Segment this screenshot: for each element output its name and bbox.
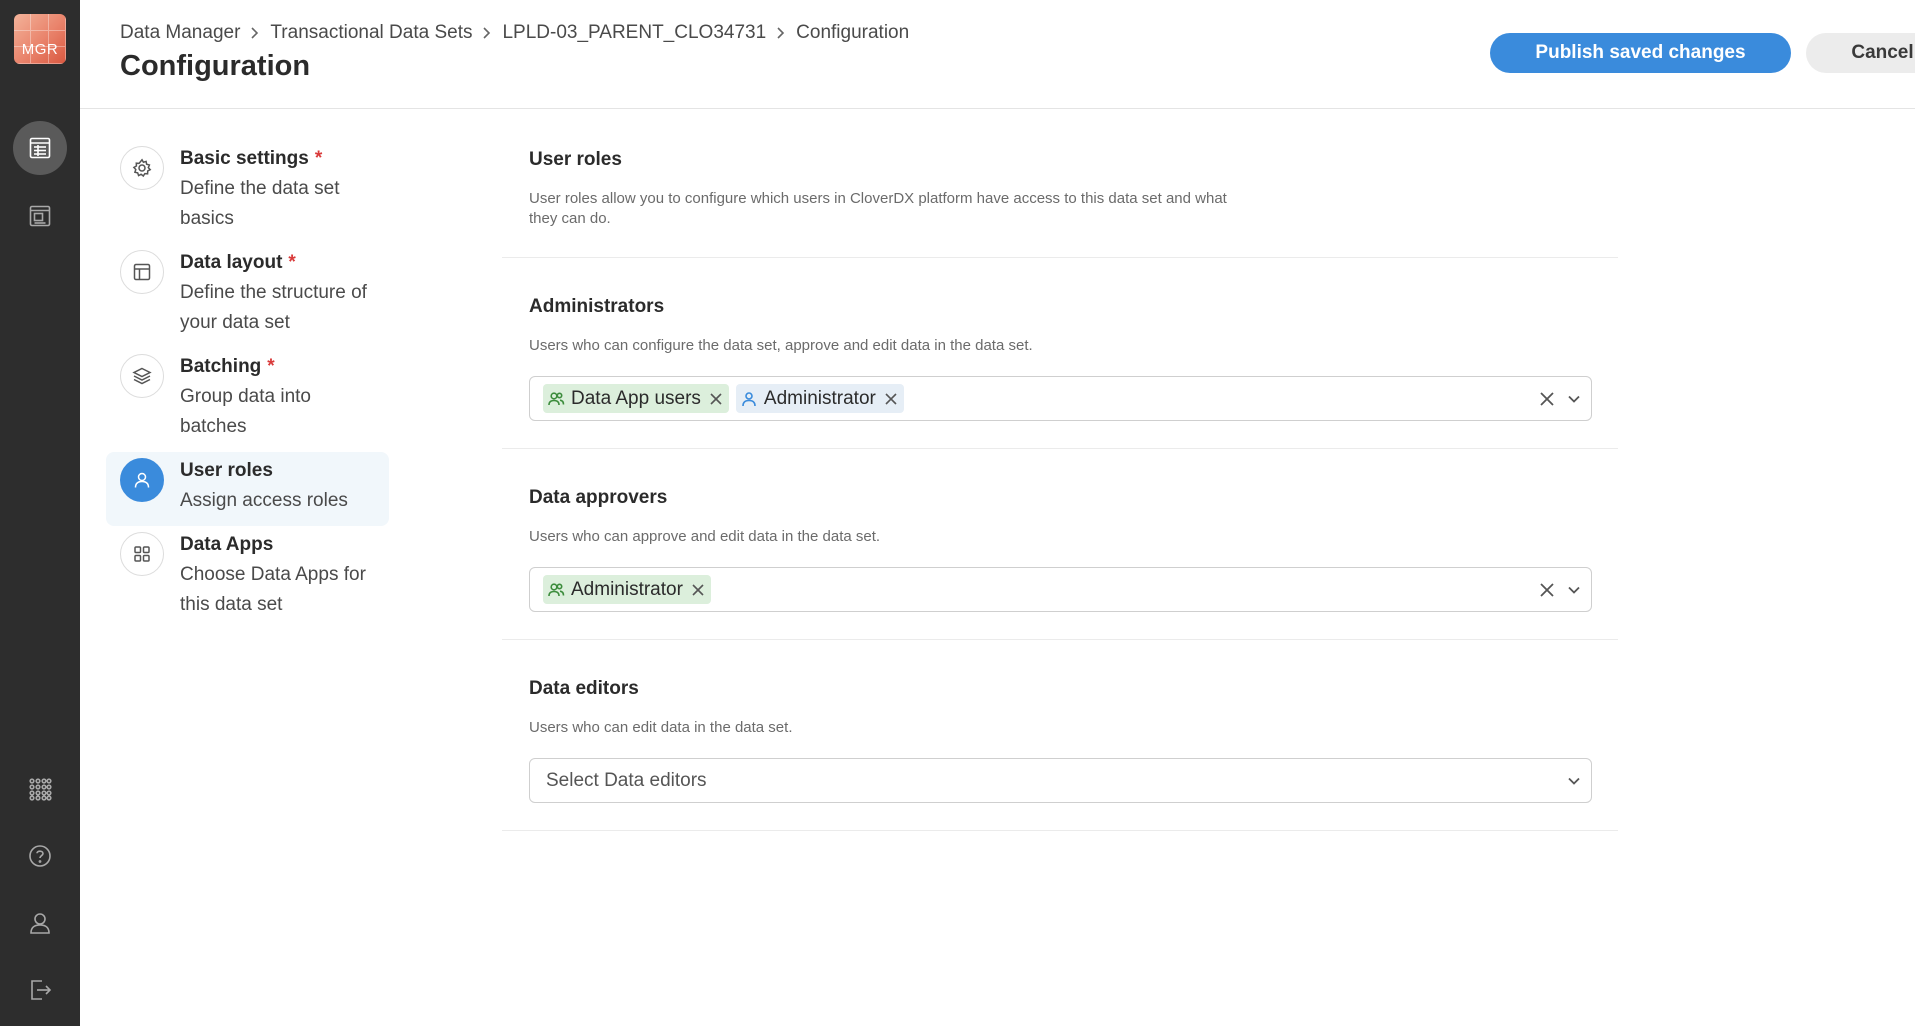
selected-tag: Data App users — [543, 384, 729, 413]
step-user-roles[interactable]: User roles Assign access roles — [106, 452, 389, 526]
app-logo-text: MGR — [21, 41, 59, 58]
step-description: Define the structure of — [180, 282, 367, 303]
layers-icon — [120, 354, 164, 398]
tag-label: Data App users — [571, 387, 701, 409]
step-description: Assign access roles — [180, 490, 348, 511]
section-title: Data editors — [529, 678, 639, 699]
step-description: batches — [180, 416, 247, 437]
step-data-layout[interactable]: Data layout * Define the structure of you… — [106, 244, 389, 348]
breadcrumb-item-data-set[interactable]: LPLD-03_PARENT_CLO34731 — [502, 22, 766, 44]
section-description: User roles allow you to configure which … — [529, 190, 1227, 227]
data-app-nav-button[interactable] — [13, 189, 67, 243]
user-icon — [740, 390, 758, 408]
user-group-icon — [547, 581, 565, 599]
step-description: this data set — [180, 594, 283, 615]
step-data-apps[interactable]: Data Apps Choose Data Apps for this data… — [106, 526, 389, 630]
step-title: Data layout — [180, 252, 283, 273]
layout-icon — [120, 250, 164, 294]
chevron-right-icon — [250, 26, 260, 40]
data-editors-section: Data editors Users who can edit data in … — [502, 640, 1618, 831]
step-description: basics — [180, 208, 234, 229]
step-title: Basic settings — [180, 148, 309, 169]
breadcrumb-item-data-manager[interactable]: Data Manager — [120, 22, 240, 44]
section-description: Users who can approve and edit data in t… — [529, 528, 881, 545]
configuration-steps-nav: Basic settings * Define the data set basi… — [106, 140, 389, 630]
user-profile-nav-button[interactable] — [13, 896, 67, 950]
step-title: User roles — [180, 460, 273, 481]
section-title: Data approvers — [529, 487, 668, 508]
data-approvers-select[interactable]: Administrator — [529, 567, 1592, 612]
breadcrumb-item-current: Configuration — [796, 22, 910, 43]
step-description: Define the data set — [180, 178, 340, 199]
apps-grid-icon — [29, 778, 52, 801]
data-editors-select[interactable]: Select Data editors — [529, 758, 1592, 803]
user-icon — [120, 458, 164, 502]
step-basic-settings[interactable]: Basic settings * Define the data set basi… — [106, 140, 389, 244]
tag-label: Administrator — [571, 578, 683, 600]
required-marker: * — [288, 252, 296, 273]
selected-tag: Administrator — [735, 384, 904, 413]
help-nav-button[interactable] — [13, 829, 67, 883]
remove-tag-icon[interactable] — [884, 392, 898, 406]
step-description: Choose Data Apps for — [180, 564, 366, 585]
apps-icon — [120, 532, 164, 576]
step-title: Data Apps — [180, 534, 274, 555]
select-placeholder: Select Data editors — [546, 769, 707, 791]
step-description: Group data into — [180, 386, 311, 407]
chevron-down-icon[interactable] — [1567, 774, 1581, 788]
breadcrumb: Data Manager Transactional Data Sets LPL… — [120, 22, 909, 44]
chevron-right-icon — [482, 26, 492, 40]
clear-selection-icon[interactable] — [1539, 391, 1555, 407]
page-header: Data Manager Transactional Data Sets LPL… — [80, 0, 1915, 109]
logout-icon — [31, 980, 52, 1000]
gear-icon — [120, 146, 164, 190]
chevron-right-icon — [776, 26, 786, 40]
step-batching[interactable]: Batching * Group data into batches — [106, 348, 389, 452]
data-sets-nav-button[interactable] — [13, 121, 67, 175]
user-roles-panel: User roles User roles allow you to confi… — [502, 109, 1618, 831]
required-marker: * — [267, 356, 275, 377]
apps-grid-nav-button[interactable] — [13, 762, 67, 816]
selected-tag: Administrator — [543, 575, 711, 604]
clear-selection-icon[interactable] — [1539, 582, 1555, 598]
help-icon — [29, 845, 51, 867]
user-icon — [30, 913, 50, 934]
user-roles-intro-section: User roles User roles allow you to confi… — [502, 109, 1618, 258]
remove-tag-icon[interactable] — [691, 583, 705, 597]
step-description: your data set — [180, 312, 290, 333]
administrators-select[interactable]: Data App users Administrator — [529, 376, 1592, 421]
data-app-icon — [29, 205, 51, 227]
user-group-icon — [547, 390, 565, 408]
section-title: Administrators — [529, 296, 665, 317]
cancel-button[interactable]: Cancel — [1806, 33, 1915, 73]
chevron-down-icon[interactable] — [1567, 583, 1581, 597]
app-logo[interactable]: MGR — [14, 14, 66, 64]
tag-label: Administrator — [763, 387, 876, 409]
logout-nav-button[interactable] — [13, 963, 67, 1017]
data-approvers-section: Data approvers Users who can approve and… — [502, 449, 1618, 640]
left-rail: MGR — [0, 0, 80, 1026]
page-title: Configuration — [120, 50, 311, 82]
required-marker: * — [314, 148, 323, 169]
section-title: User roles — [529, 149, 622, 170]
section-description: Users who can edit data in the data set. — [529, 719, 793, 736]
breadcrumb-item-transactional-data-sets[interactable]: Transactional Data Sets — [270, 22, 472, 44]
remove-tag-icon[interactable] — [709, 392, 723, 406]
publish-saved-changes-button[interactable]: Publish saved changes — [1490, 33, 1791, 73]
data-sets-icon — [29, 137, 51, 159]
section-description: Users who can configure the data set, ap… — [529, 337, 1033, 354]
step-title: Batching — [180, 356, 262, 377]
administrators-section: Administrators Users who can configure t… — [502, 258, 1618, 449]
chevron-down-icon[interactable] — [1567, 392, 1581, 406]
